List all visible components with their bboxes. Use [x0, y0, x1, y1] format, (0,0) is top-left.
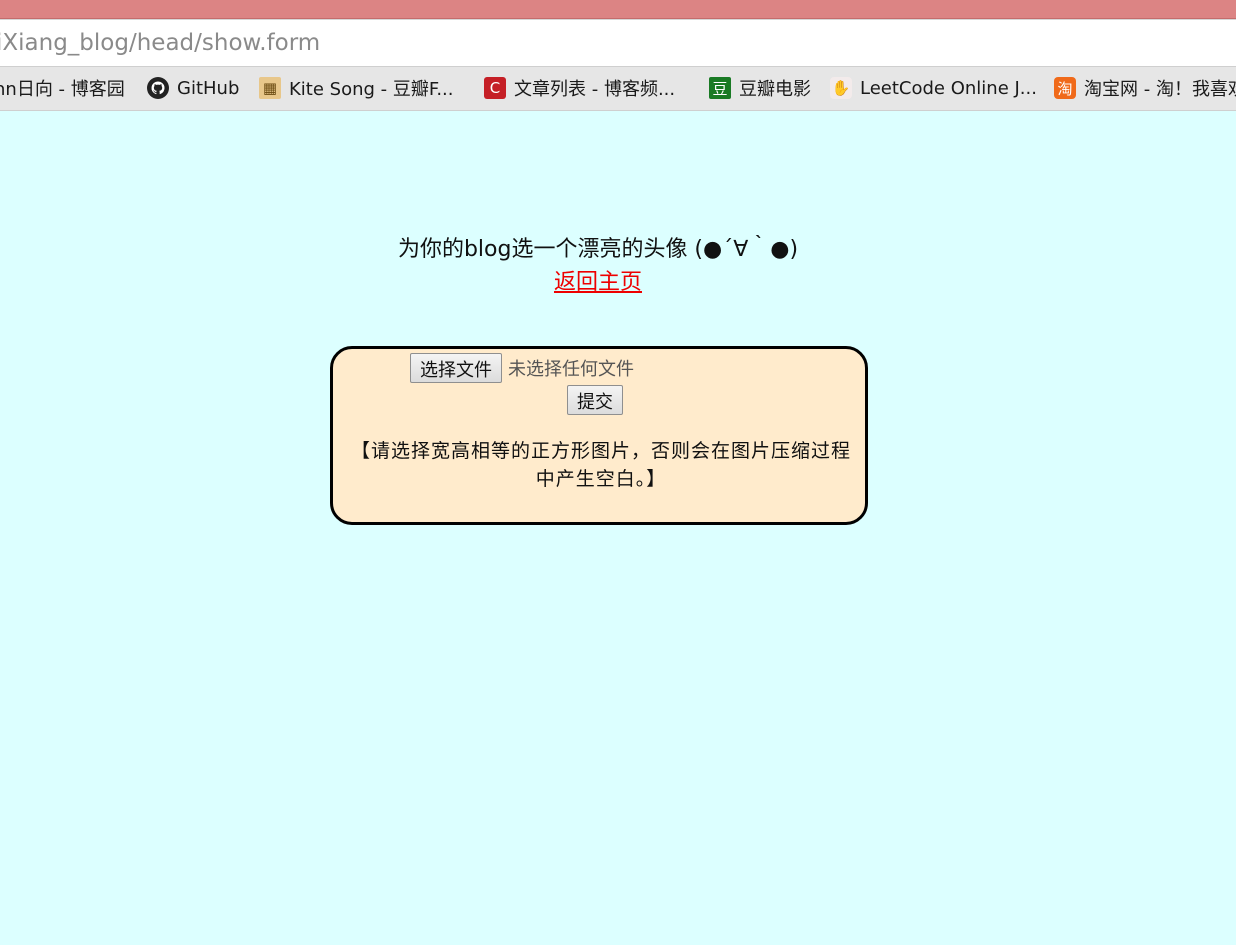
bookmark-label: Kite Song - 豆瓣F...	[289, 79, 454, 100]
submit-wrap: 提交	[567, 385, 623, 415]
bookmark-leetcode[interactable]: ✋ LeetCode Online J...	[830, 76, 1037, 100]
home-link[interactable]: 返回主页	[0, 264, 1196, 296]
bookmark-douban-movie[interactable]: 豆 豆瓣电影	[709, 76, 811, 100]
bookmark-csdn[interactable]: C 文章列表 - 博客频...	[484, 76, 675, 100]
upload-note: 【请选择宽高相等的正方形图片，否则会在图片压缩过程中产生空白。】	[350, 440, 851, 490]
bookmark-kite-song[interactable]: ▦ Kite Song - 豆瓣F...	[259, 76, 454, 100]
bookmarks-bar: nn日向 - 博客园 GitHub ▦ Kite Song - 豆瓣F... C…	[0, 66, 1236, 111]
browser-titlebar	[0, 0, 1236, 19]
bookmark-label: 豆瓣电影	[739, 79, 811, 100]
bookmark-github[interactable]: GitHub	[147, 76, 239, 100]
bookmark-label: LeetCode Online J...	[860, 77, 1037, 99]
choose-file-button[interactable]: 选择文件	[410, 353, 502, 383]
taobao-icon: 淘	[1054, 77, 1076, 99]
bookmark-taobao[interactable]: 淘 淘宝网 - 淘！我喜欢	[1054, 76, 1236, 100]
bookmark-label: 淘宝网 - 淘！我喜欢	[1084, 79, 1236, 100]
page-title: 为你的blog选一个漂亮的头像 (●´∀｀●)	[397, 237, 799, 262]
kite-icon: ▦	[259, 77, 281, 99]
submit-button[interactable]: 提交	[567, 385, 623, 415]
csdn-icon: C	[484, 77, 506, 99]
github-icon	[147, 77, 169, 99]
leetcode-icon: ✋	[830, 77, 852, 99]
bookmark-label: 文章列表 - 博客频...	[514, 79, 676, 100]
url-text[interactable]: iXiang_blog/head/show.form	[0, 30, 320, 56]
file-status: 未选择任何文件	[508, 359, 634, 380]
bookmark-label: GitHub	[177, 77, 240, 99]
douban-icon: 豆	[709, 77, 731, 99]
upload-form: 选择文件 未选择任何文件 提交 【请选择宽高相等的正方形图片，否则会在图片压缩过…	[330, 346, 868, 525]
bookmark-cnblogs[interactable]: nn日向 - 博客园	[0, 76, 125, 100]
address-bar[interactable]: iXiang_blog/head/show.form	[0, 19, 1236, 66]
file-picker: 选择文件 未选择任何文件	[410, 353, 634, 383]
bookmark-label: nn日向 - 博客园	[0, 79, 125, 100]
